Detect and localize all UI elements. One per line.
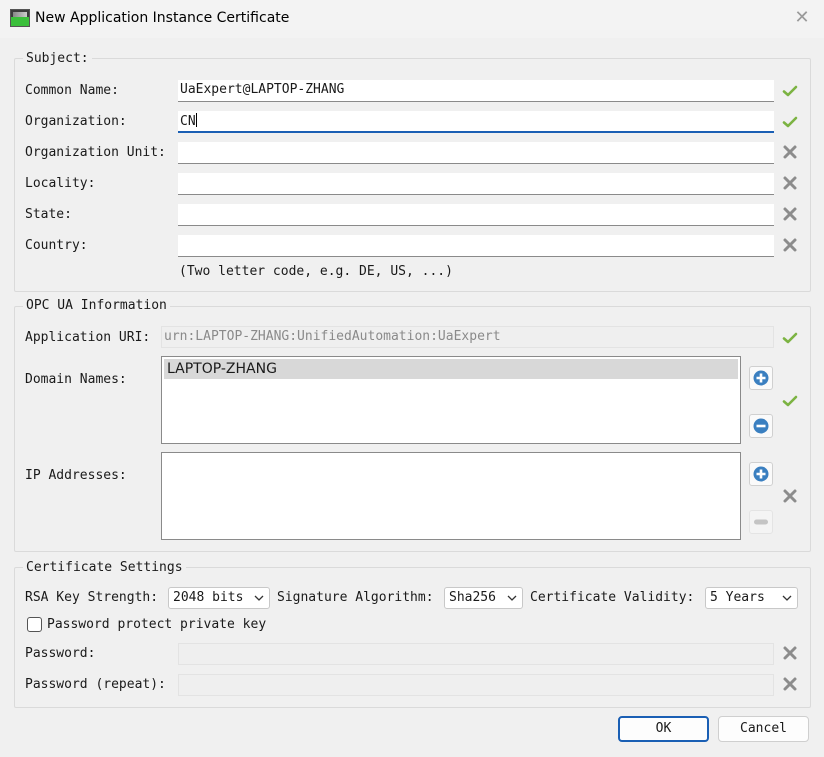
check-icon — [782, 114, 798, 130]
close-icon[interactable]: ✕ — [790, 6, 814, 30]
password-repeat-input — [178, 674, 774, 696]
organization-unit-input[interactable] — [178, 142, 774, 164]
check-icon — [782, 330, 798, 346]
text-cursor — [195, 113, 197, 127]
add-ip-button[interactable] — [749, 462, 773, 486]
country-input[interactable] — [178, 235, 774, 257]
x-icon — [782, 206, 798, 222]
password-protect-label[interactable]: Password protect private key — [47, 617, 266, 632]
organization-input[interactable]: CN — [178, 111, 774, 133]
opcua-title: OPC UA Information — [23, 298, 170, 313]
rsa-key-strength-value: 2048 bits — [173, 590, 244, 605]
state-label: State: — [25, 207, 72, 222]
x-icon — [782, 144, 798, 160]
common-name-input[interactable]: UaExpert@LAPTOP-ZHANG — [178, 80, 774, 102]
chevron-down-icon — [506, 592, 518, 604]
remove-ip-button[interactable] — [749, 510, 773, 534]
country-label: Country: — [25, 238, 88, 253]
window-title: New Application Instance Certificate — [35, 10, 290, 26]
cancel-button[interactable]: Cancel — [718, 716, 809, 742]
x-icon — [782, 175, 798, 191]
country-hint: (Two letter code, e.g. DE, US, ...) — [179, 264, 453, 279]
locality-label: Locality: — [25, 176, 96, 191]
app-icon — [10, 9, 30, 27]
plus-icon — [753, 466, 769, 482]
common-name-label: Common Name: — [25, 83, 119, 98]
rsa-key-strength-select[interactable]: 2048 bits — [168, 587, 270, 609]
organization-label: Organization: — [25, 114, 127, 129]
locality-input[interactable] — [178, 173, 774, 195]
password-label: Password: — [25, 646, 96, 661]
x-icon — [782, 488, 798, 504]
application-uri-input: urn:LAPTOP-ZHANG:UnifiedAutomation:UaExp… — [161, 326, 774, 348]
chevron-down-icon — [781, 592, 793, 604]
remove-domain-button[interactable] — [749, 414, 773, 438]
ip-addresses-list[interactable] — [161, 452, 741, 540]
ip-addresses-label: IP Addresses: — [25, 468, 127, 483]
domain-names-list[interactable]: LAPTOP-ZHANG — [161, 356, 741, 444]
title-bar: New Application Instance Certificate ✕ — [0, 0, 824, 38]
signature-algorithm-select[interactable]: Sha256 — [444, 587, 523, 609]
ok-button[interactable]: OK — [618, 716, 709, 742]
certificate-validity-label: Certificate Validity: — [530, 590, 695, 605]
password-protect-checkbox[interactable] — [27, 617, 42, 632]
application-uri-label: Application URI: — [25, 330, 151, 345]
certificate-validity-value: 5 Years — [710, 590, 765, 605]
state-input[interactable] — [178, 204, 774, 226]
check-icon — [782, 393, 798, 409]
certificate-settings-title: Certificate Settings — [23, 560, 186, 575]
password-input — [178, 643, 774, 665]
add-domain-button[interactable] — [749, 366, 773, 390]
signature-algorithm-value: Sha256 — [449, 590, 496, 605]
rsa-key-strength-label: RSA Key Strength: — [25, 590, 159, 605]
domain-names-label: Domain Names: — [25, 372, 127, 387]
list-item[interactable]: LAPTOP-ZHANG — [164, 359, 738, 379]
organization-value: CN — [180, 114, 196, 129]
chevron-down-icon — [253, 592, 265, 604]
plus-icon — [753, 370, 769, 386]
subject-title: Subject: — [23, 51, 92, 66]
x-icon — [782, 676, 798, 692]
certificate-validity-select[interactable]: 5 Years — [705, 587, 798, 609]
signature-algorithm-label: Signature Algorithm: — [277, 590, 434, 605]
minus-icon — [753, 418, 769, 434]
check-icon — [782, 83, 798, 99]
x-icon — [782, 645, 798, 661]
password-repeat-label: Password (repeat): — [25, 677, 166, 692]
x-icon — [782, 237, 798, 253]
minus-icon — [753, 514, 769, 530]
organization-unit-label: Organization Unit: — [25, 145, 166, 160]
